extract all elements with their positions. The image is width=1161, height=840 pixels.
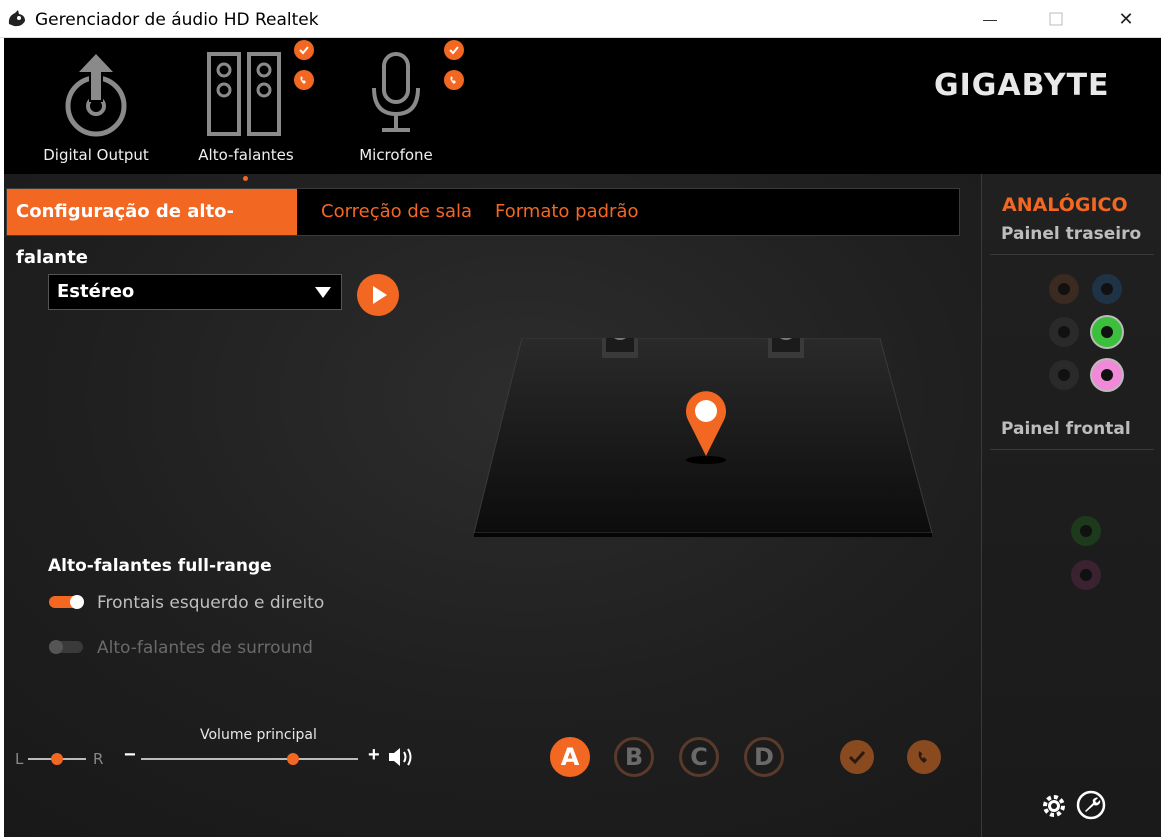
digital-output-icon xyxy=(65,54,127,137)
surround-speakers-toggle[interactable] xyxy=(49,640,83,654)
profile-a-button[interactable]: A xyxy=(550,737,590,777)
front-speakers-label: Frontais esquerdo e direito xyxy=(97,593,325,613)
speakers-icon xyxy=(207,52,281,136)
rear-panel-label: Painel traseiro xyxy=(1001,224,1142,244)
phone-badge-icon xyxy=(444,70,464,90)
phone-badge-icon xyxy=(294,70,314,90)
maximize-button[interactable] xyxy=(1024,0,1088,38)
right-speaker-icon xyxy=(768,338,804,358)
wrench-icon[interactable] xyxy=(1076,790,1106,820)
tab-default-format[interactable]: Formato padrão xyxy=(495,189,639,235)
phone-button[interactable] xyxy=(907,740,941,774)
volume-minus-icon[interactable]: − xyxy=(124,744,136,767)
tab-bar: Configuração de alto-falante Correção de… xyxy=(6,188,960,268)
device-digital-output[interactable]: Digital Output xyxy=(21,38,171,174)
profile-b-button[interactable]: B xyxy=(614,737,654,777)
title-bar: Gerenciador de áudio HD Realtek — ✕ xyxy=(0,0,1161,38)
device-label: Digital Output xyxy=(43,146,149,164)
check-icon xyxy=(848,750,866,765)
profile-d-button[interactable]: D xyxy=(744,737,784,777)
analog-panel: ANALÓGICO Painel traseiro Painel frontal xyxy=(981,174,1161,837)
check-badge-icon xyxy=(444,40,464,60)
rear-jack-orange[interactable] xyxy=(1049,274,1079,304)
close-button[interactable]: ✕ xyxy=(1094,0,1158,38)
volume-slider-track[interactable] xyxy=(141,758,358,760)
speaker-volume-icon[interactable] xyxy=(387,746,415,768)
device-bar: Digital Output Alto-falantes Microfone G… xyxy=(4,38,1161,174)
tab-speaker-config[interactable]: Configuração de alto-falante xyxy=(7,189,297,268)
device-microphone[interactable]: Microfone xyxy=(321,38,471,174)
minimize-button[interactable]: — xyxy=(958,0,1022,38)
front-jack-pink[interactable] xyxy=(1071,560,1101,590)
balance-right-label: R xyxy=(93,750,104,768)
check-badge-icon xyxy=(294,40,314,60)
phone-icon xyxy=(918,751,927,763)
chevron-down-icon xyxy=(315,287,331,298)
gigabyte-logo: GIGABYTE xyxy=(934,68,1110,103)
confirm-button[interactable] xyxy=(840,740,874,774)
rear-jack-black[interactable] xyxy=(1049,317,1079,347)
balance-slider-thumb[interactable] xyxy=(51,753,63,765)
device-label: Microfone xyxy=(359,146,433,164)
minimize-icon: — xyxy=(983,11,997,27)
rear-jack-green[interactable] xyxy=(1092,317,1122,347)
speaker-config-value: Estéreo xyxy=(57,281,135,302)
balance-left-label: L xyxy=(15,750,24,768)
window-title: Gerenciador de áudio HD Realtek xyxy=(35,10,319,30)
volume-plus-icon[interactable]: + xyxy=(368,744,380,767)
selected-device-indicator xyxy=(243,176,248,181)
speaker-config-select[interactable]: Estéreo xyxy=(48,274,342,310)
main-volume-title: Volume principal xyxy=(200,727,317,743)
rear-jack-blue[interactable] xyxy=(1092,274,1122,304)
rear-jack-grey[interactable] xyxy=(1049,360,1079,390)
close-icon: ✕ xyxy=(1118,8,1134,29)
speaker-stage-illustration xyxy=(473,338,933,537)
device-label: Alto-falantes xyxy=(198,146,294,164)
realtek-app-icon xyxy=(8,10,25,27)
full-range-title: Alto-falantes full-range xyxy=(48,556,272,576)
app-window: Digital Output Alto-falantes Microfone G… xyxy=(4,38,1161,837)
analog-title: ANALÓGICO xyxy=(1002,194,1128,216)
surround-speakers-label: Alto-falantes de surround xyxy=(97,638,313,658)
maximize-icon xyxy=(1049,12,1063,26)
rear-jack-pink[interactable] xyxy=(1092,360,1122,390)
tab-room-correction[interactable]: Correção de sala xyxy=(321,189,472,235)
divider xyxy=(990,449,1154,450)
play-test-button[interactable] xyxy=(357,274,399,316)
left-speaker-icon xyxy=(602,338,638,358)
device-speakers[interactable]: Alto-falantes xyxy=(171,38,321,174)
profile-c-button[interactable]: C xyxy=(679,737,719,777)
front-speakers-toggle[interactable] xyxy=(49,595,84,609)
divider xyxy=(990,254,1154,255)
volume-slider-thumb[interactable] xyxy=(286,753,299,765)
front-panel-label: Painel frontal xyxy=(1001,419,1131,439)
front-jack-green[interactable] xyxy=(1071,516,1101,546)
microphone-icon xyxy=(372,52,420,132)
gear-icon[interactable] xyxy=(1040,792,1068,820)
